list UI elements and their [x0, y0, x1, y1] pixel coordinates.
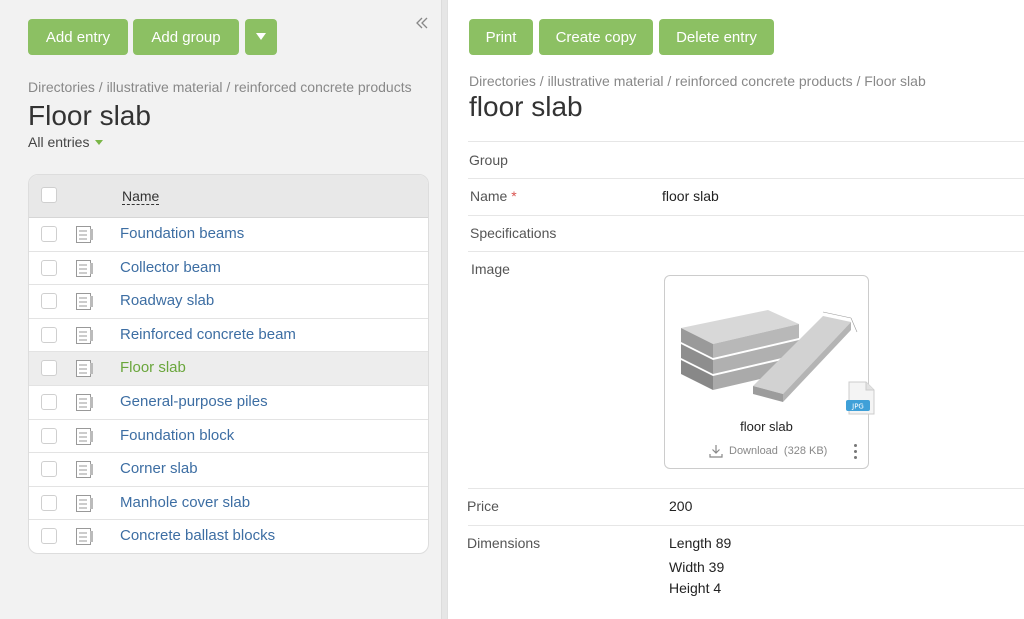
chevron-down-icon: [256, 33, 266, 40]
row-checkbox[interactable]: [41, 226, 57, 242]
pane-splitter[interactable]: [441, 0, 448, 619]
table-row[interactable]: Foundation block: [29, 420, 428, 454]
select-all-checkbox[interactable]: [41, 187, 57, 203]
row-label[interactable]: General-purpose piles: [120, 393, 268, 410]
divider: [468, 488, 1024, 489]
divider: [468, 251, 1024, 252]
row-checkbox[interactable]: [41, 528, 57, 545]
file-size: (328 KB): [783, 445, 828, 457]
document-icon: [76, 293, 94, 311]
table-row[interactable]: Foundation beams: [29, 218, 428, 252]
entries-pane: Add entry Add group Directories / illust…: [0, 0, 441, 619]
row-checkbox[interactable]: [41, 326, 57, 343]
table-row[interactable]: Floor slab: [29, 352, 428, 386]
add-entry-label: Add entry: [45, 28, 111, 46]
divider: [468, 178, 1024, 179]
document-icon: [76, 259, 94, 277]
group-label: Group: [469, 152, 508, 168]
table-header: Name: [29, 175, 428, 218]
specifications-label: Specifications: [470, 225, 557, 241]
breadcrumb[interactable]: Directories / illustrative material / re…: [28, 79, 412, 95]
table-row[interactable]: Manhole cover slab: [29, 487, 428, 521]
row-checkbox[interactable]: [41, 494, 57, 511]
divider: [468, 525, 1024, 526]
name-column-header[interactable]: Name: [122, 188, 160, 205]
row-checkbox[interactable]: [41, 293, 57, 310]
dimensions-width: Width 39: [669, 559, 725, 575]
entry-detail-pane: Print Create copy Delete entry Directori…: [448, 0, 1024, 619]
document-icon: [76, 360, 94, 378]
table-row[interactable]: Reinforced concrete beam: [29, 319, 428, 353]
file-badge-text: JPG: [851, 403, 864, 411]
double-chevron-left-icon: [416, 17, 428, 29]
row-label[interactable]: Manhole cover slab: [120, 494, 250, 511]
document-icon: [76, 394, 94, 411]
row-checkbox[interactable]: [41, 360, 57, 377]
add-group-label: Add group: [151, 28, 221, 46]
price-value: 200: [669, 498, 693, 514]
image-attachment-card[interactable]: JPG floor slab Download (328 KB): [664, 275, 875, 469]
row-checkbox[interactable]: [41, 461, 57, 478]
download-icon: [709, 445, 723, 458]
document-icon: [76, 528, 94, 546]
divider: [468, 215, 1024, 216]
create-copy-button[interactable]: Create copy: [539, 19, 653, 55]
divider: [468, 141, 1024, 142]
name-label: Name *: [470, 188, 517, 204]
slab-image[interactable]: [673, 288, 863, 408]
kebab-menu-icon[interactable]: [852, 444, 858, 462]
document-icon: [76, 461, 94, 479]
row-label[interactable]: Concrete ballast blocks: [120, 527, 275, 544]
row-label[interactable]: Roadway slab: [120, 292, 214, 309]
entry-title: floor slab: [469, 91, 583, 122]
table-row[interactable]: Corner slab: [29, 453, 428, 487]
more-actions-dropdown-button[interactable]: [245, 19, 277, 55]
delete-entry-label: Delete entry: [676, 28, 757, 46]
required-marker: *: [511, 188, 517, 204]
row-checkbox[interactable]: [41, 394, 57, 410]
filter-label: All entries: [28, 134, 90, 150]
price-label: Price: [467, 498, 499, 514]
table-row[interactable]: Roadway slab: [29, 285, 428, 319]
dimensions-height: Height 4: [669, 580, 722, 596]
document-icon: [76, 494, 94, 512]
table-row[interactable]: Collector beam: [29, 252, 428, 286]
add-entry-button[interactable]: Add entry: [28, 19, 128, 55]
document-icon: [76, 326, 94, 344]
row-label[interactable]: Reinforced concrete beam: [120, 326, 296, 343]
dimensions-length: Length 89: [669, 535, 732, 551]
caret-down-icon: [95, 139, 104, 145]
document-icon: [76, 427, 94, 445]
download-link[interactable]: Download (328 KB): [709, 444, 827, 458]
delete-entry-button[interactable]: Delete entry: [659, 19, 774, 55]
image-caption: floor slab: [740, 419, 793, 434]
add-group-button[interactable]: Add group: [133, 19, 239, 55]
page-title: Floor slab: [28, 100, 151, 131]
dimensions-label: Dimensions: [467, 535, 541, 551]
detail-breadcrumb[interactable]: Directories / illustrative material / re…: [469, 73, 926, 89]
document-icon: [76, 226, 94, 243]
jpg-file-icon: JPG: [846, 381, 875, 415]
download-label: Download: [729, 445, 778, 457]
row-checkbox[interactable]: [41, 259, 57, 276]
row-label[interactable]: Floor slab: [120, 359, 186, 376]
entries-table: Name Foundation beams Collector beam Roadw…: [28, 174, 429, 554]
table-row[interactable]: General-purpose piles: [29, 386, 428, 420]
print-button[interactable]: Print: [469, 19, 533, 55]
name-label-text: Name: [470, 188, 508, 204]
row-label[interactable]: Foundation block: [120, 427, 234, 444]
name-value: floor slab: [662, 188, 719, 204]
collapse-pane-icon[interactable]: [416, 16, 428, 34]
row-checkbox[interactable]: [41, 427, 57, 444]
image-label: Image: [471, 261, 510, 277]
entries-filter-dropdown[interactable]: All entries: [28, 134, 104, 150]
table-row[interactable]: Concrete ballast blocks: [29, 520, 428, 553]
create-copy-label: Create copy: [555, 28, 637, 46]
row-label[interactable]: Collector beam: [120, 259, 221, 276]
row-label[interactable]: Foundation beams: [120, 225, 244, 242]
print-label: Print: [485, 28, 517, 46]
row-label[interactable]: Corner slab: [120, 460, 198, 477]
